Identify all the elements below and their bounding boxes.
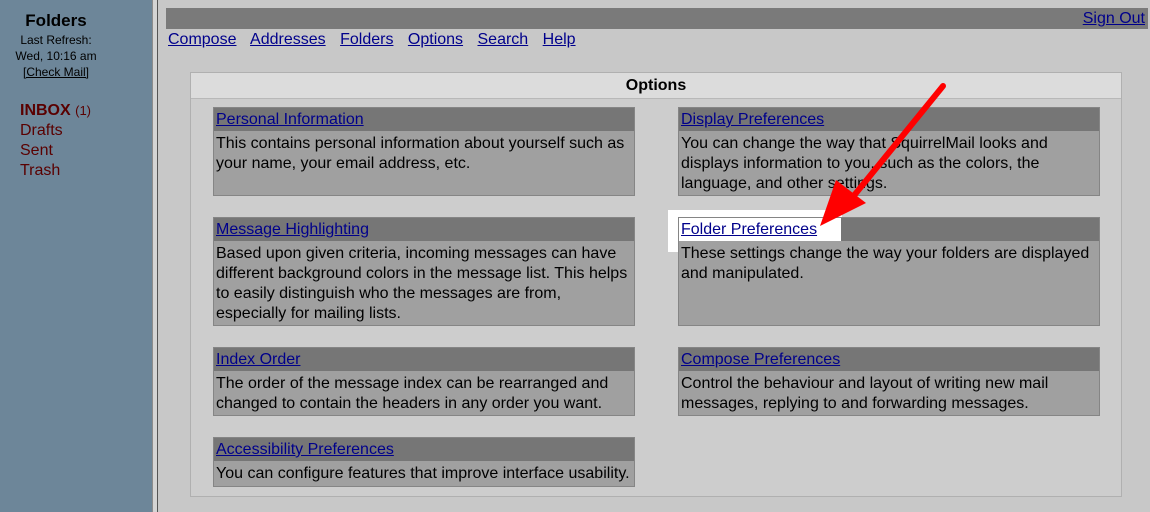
personal-information-description: This contains personal information about…: [216, 135, 625, 172]
card-index-order: Index Order The order of the message ind…: [213, 347, 635, 416]
card-folder-preferences: Folder Preferences These settings change…: [678, 217, 1100, 326]
accessibility-preferences-description: You can configure features that improve …: [216, 465, 630, 482]
compose-preferences-description: Control the behaviour and layout of writ…: [681, 375, 1049, 412]
top-bar: Sign Out: [166, 8, 1148, 29]
card-display-preferences: Display Preferences You can change the w…: [678, 107, 1100, 196]
nav-addresses[interactable]: Addresses: [250, 31, 326, 48]
card-compose-preferences: Compose Preferences Control the behaviou…: [678, 347, 1100, 416]
card-message-highlighting: Message Highlighting Based upon given cr…: [213, 217, 635, 326]
card-accessibility-preferences: Accessibility Preferences You can config…: [213, 437, 635, 487]
folder-preferences-description: These settings change the way your folde…: [679, 241, 1099, 284]
display-preferences-link[interactable]: Display Preferences: [681, 111, 824, 128]
nav-search[interactable]: Search: [478, 31, 529, 48]
folder-inbox[interactable]: INBOX (1): [20, 101, 91, 121]
nav-options[interactable]: Options: [408, 31, 463, 48]
check-mail-link[interactable]: [Check Mail]: [23, 65, 89, 79]
refresh-time: Wed, 10:16 am: [15, 49, 97, 63]
folder-sidebar: Folders Last Refresh: Wed, 10:16 am [Che…: [0, 0, 152, 512]
nav-folders[interactable]: Folders: [340, 31, 393, 48]
folder-list: INBOX (1) Drafts Sent Trash: [20, 101, 91, 181]
main-nav: Compose Addresses Folders Options Search…: [168, 31, 586, 49]
personal-information-link[interactable]: Personal Information: [216, 111, 364, 128]
options-heading: Options: [191, 73, 1121, 99]
index-order-description: The order of the message index can be re…: [216, 375, 609, 412]
folder-drafts[interactable]: Drafts: [20, 121, 91, 141]
sidebar-title: Folders: [25, 11, 87, 30]
nav-help[interactable]: Help: [543, 31, 576, 48]
folder-sent[interactable]: Sent: [20, 141, 91, 161]
folder-trash[interactable]: Trash: [20, 161, 91, 181]
display-preferences-description: You can change the way that SquirrelMail…: [681, 135, 1048, 192]
last-refresh-label: Last Refresh:: [20, 33, 92, 47]
message-highlighting-link[interactable]: Message Highlighting: [216, 221, 369, 238]
folder-inbox-label[interactable]: INBOX: [20, 102, 71, 119]
message-highlighting-description: Based upon given criteria, incoming mess…: [216, 245, 628, 322]
frame-divider[interactable]: [152, 0, 158, 512]
index-order-link[interactable]: Index Order: [216, 351, 300, 368]
card-personal-information: Personal Information This contains perso…: [213, 107, 635, 196]
folder-preferences-link[interactable]: Folder Preferences: [681, 221, 817, 238]
inbox-unread-count: (1): [75, 103, 92, 118]
nav-compose[interactable]: Compose: [168, 31, 236, 48]
sign-out-link[interactable]: Sign Out: [1083, 10, 1145, 28]
compose-preferences-link[interactable]: Compose Preferences: [681, 351, 840, 368]
accessibility-preferences-link[interactable]: Accessibility Preferences: [216, 441, 394, 458]
